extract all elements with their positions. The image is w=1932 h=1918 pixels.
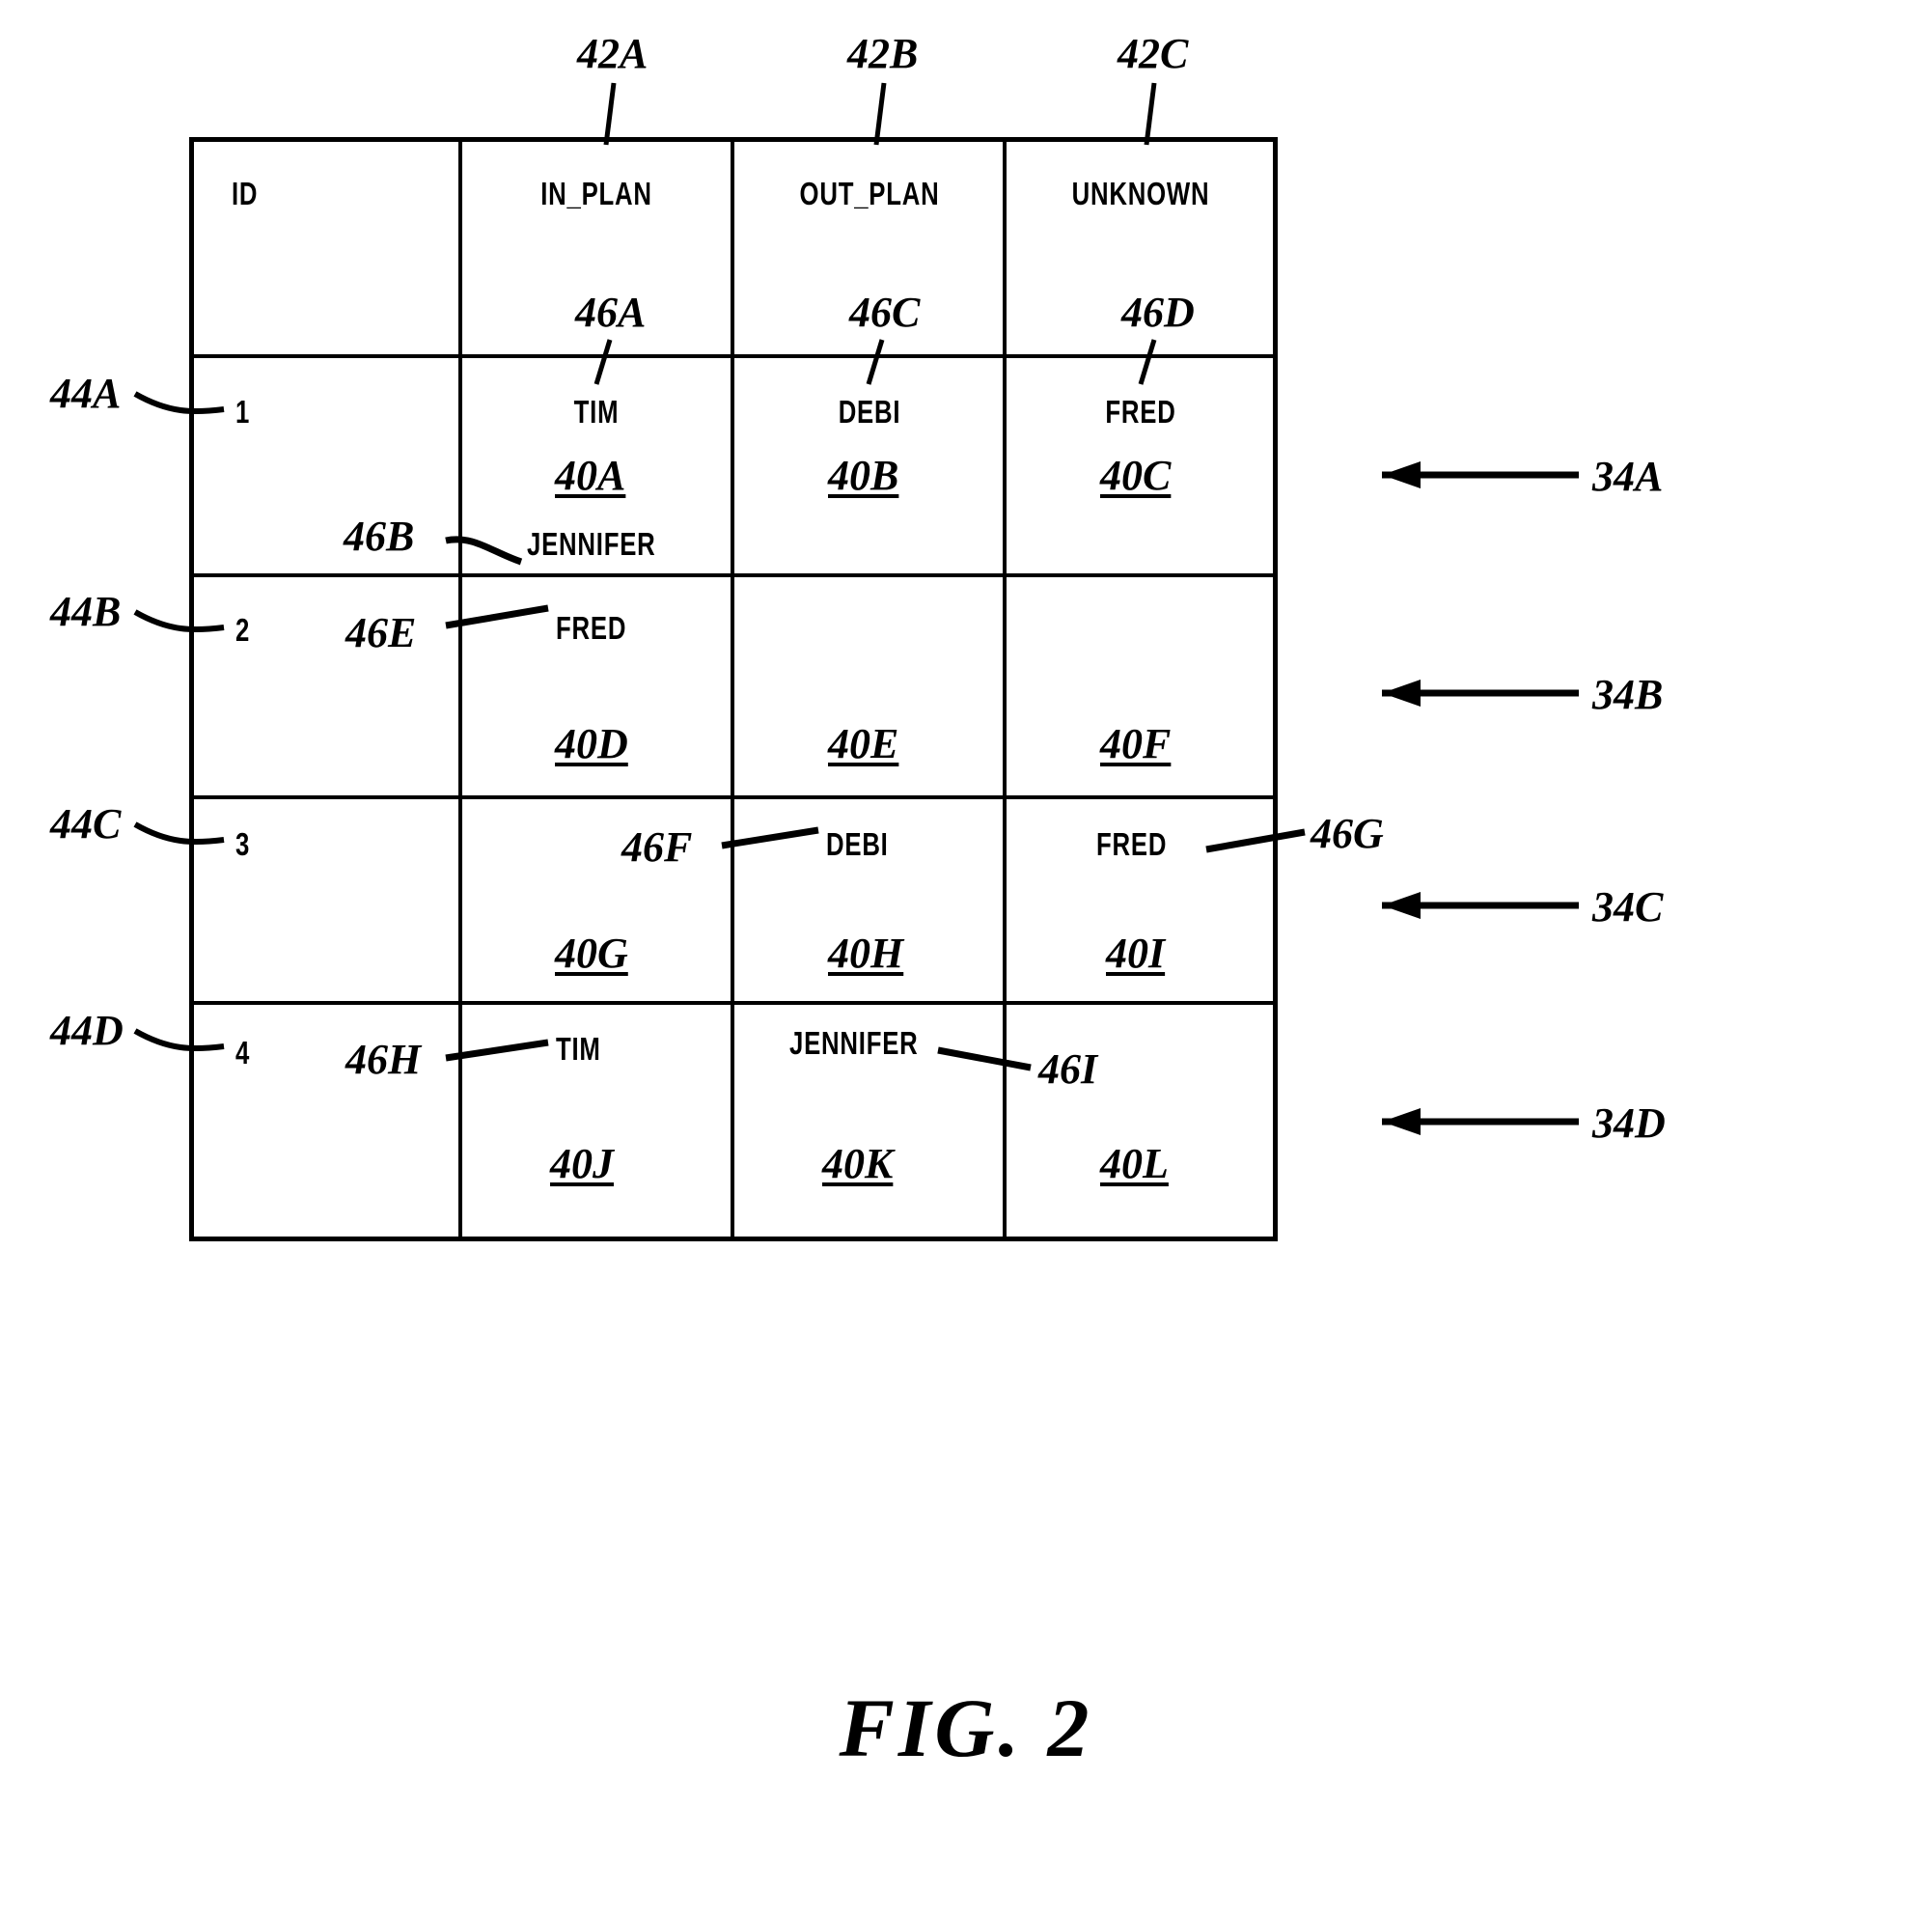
figure-caption: FIG. 2 bbox=[839, 1682, 1093, 1774]
patent-figure: ID IN_PLAN OUT_PLAN UNKNOWN 42A 42B 42C … bbox=[0, 0, 1932, 1918]
ref-34d: 34D bbox=[1592, 1099, 1666, 1147]
leader-34d bbox=[1382, 1108, 1579, 1135]
